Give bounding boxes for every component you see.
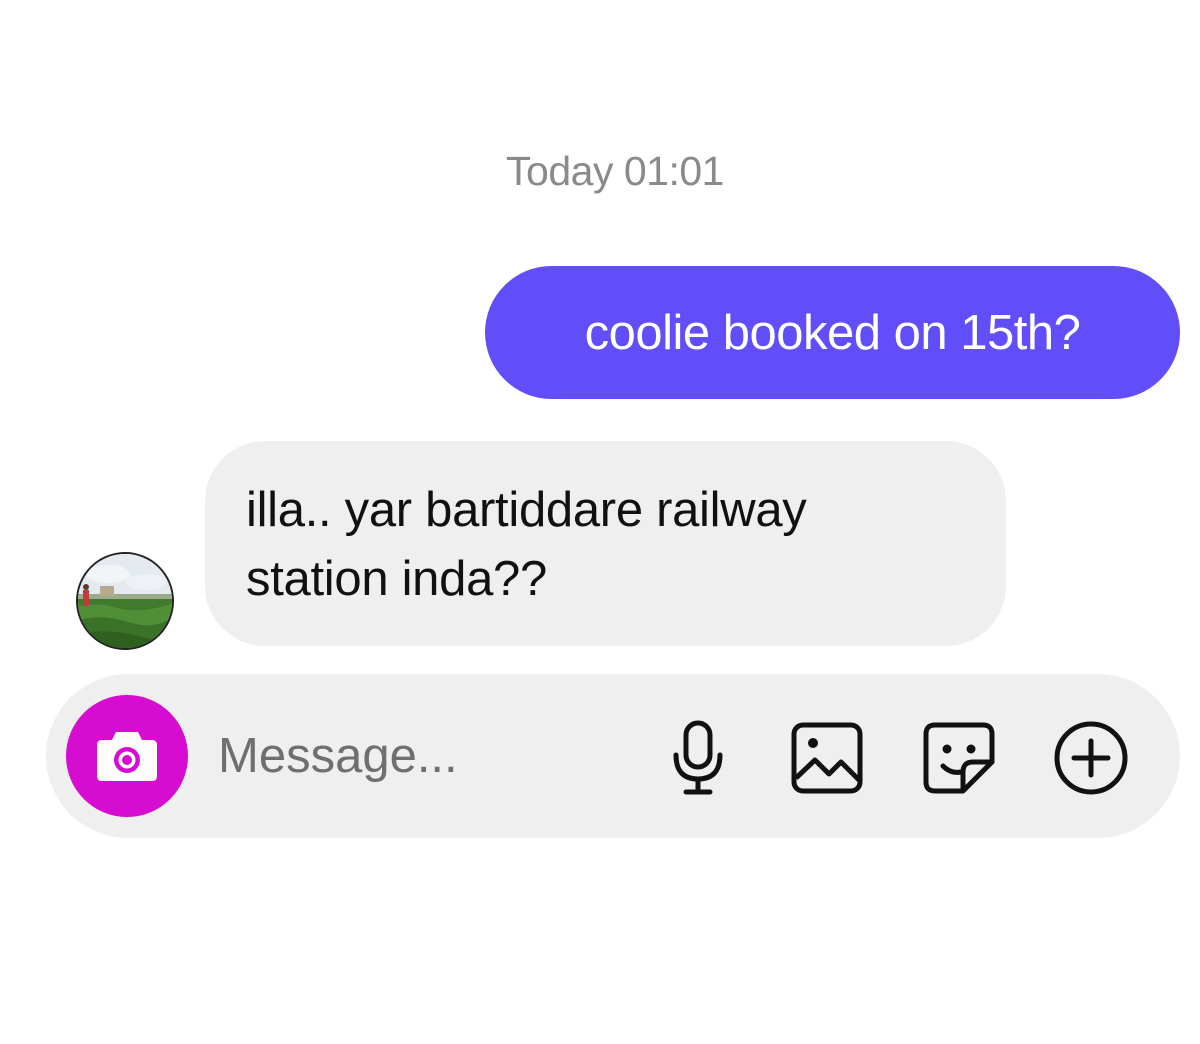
microphone-icon [673,720,723,795]
received-message-line-1: illa.. yar bartiddare railway [246,483,807,537]
received-message-bubble[interactable]: illa.. yar bartiddare railway station in… [205,441,1006,646]
camera-icon [97,732,157,781]
camera-button[interactable] [66,695,188,817]
gallery-button[interactable] [787,718,867,798]
contact-avatar[interactable] [78,554,172,648]
microphone-button[interactable] [658,718,738,798]
more-button[interactable] [1051,718,1131,798]
sticker-icon [923,722,995,794]
sent-message-text: coolie booked on 15th? [584,305,1081,360]
message-input[interactable] [218,724,638,788]
sent-message-bubble[interactable]: coolie booked on 15th? [485,266,1180,399]
chat-screen: Today 01:01 coolie booked on 15th? illa.… [0,0,1200,1044]
plus-icon [1054,721,1128,795]
gallery-icon [791,722,863,794]
message-composer [46,674,1180,838]
sticker-button[interactable] [919,718,999,798]
message-timestamp: Today 01:01 [506,148,724,194]
received-message-line-2: station inda?? [246,552,547,606]
avatar-photo [78,554,172,648]
